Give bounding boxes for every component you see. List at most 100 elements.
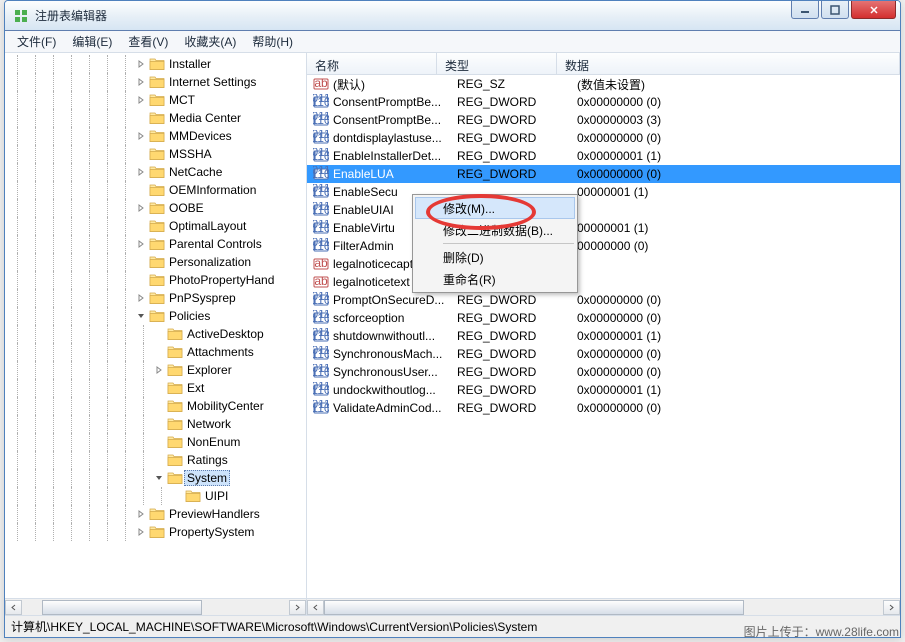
tree-node[interactable]: Installer [5,55,306,73]
close-button[interactable] [851,1,896,19]
registry-value-row[interactable]: 011110EnableLUAREG_DWORD0x00000000 (0) [307,165,900,183]
registry-value-row[interactable]: 011110ConsentPromptBe...REG_DWORD0x00000… [307,93,900,111]
scrollbar-track[interactable] [324,600,883,615]
registry-value-row[interactable]: 011110undockwithoutlog...REG_DWORD0x0000… [307,381,900,399]
expand-icon[interactable] [153,328,165,340]
context-modify-binary[interactable]: 修改二进制数据(B)... [415,219,575,241]
context-rename[interactable]: 重命名(R) [415,268,575,290]
tree-scroll[interactable]: InstallerInternet SettingsMCTMedia Cente… [5,53,306,598]
expand-icon[interactable] [135,508,147,520]
expand-icon[interactable] [153,346,165,358]
tree-node[interactable]: UIPI [5,487,306,505]
scrollbar-left-button[interactable] [307,600,324,615]
expand-icon[interactable] [135,166,147,178]
tree-node[interactable]: PhotoPropertyHand [5,271,306,289]
list-body[interactable]: ab(默认)REG_SZ(数值未设置)011110ConsentPromptBe… [307,75,900,598]
scrollbar-track[interactable] [22,600,289,615]
registry-value-row[interactable]: 011110SynchronousUser...REG_DWORD0x00000… [307,363,900,381]
expand-icon[interactable] [135,148,147,160]
registry-value-row[interactable]: 011110ValidateAdminCod...REG_DWORD0x0000… [307,399,900,417]
registry-value-row[interactable]: 011110EnableUIAI [307,201,900,219]
minimize-button[interactable] [791,1,819,19]
context-modify[interactable]: 修改(M)... [415,197,575,219]
registry-value-row[interactable]: 011110PromptOnSecureD...REG_DWORD0x00000… [307,291,900,309]
tree-node[interactable]: Attachments [5,343,306,361]
registry-value-row[interactable]: 011110EnableSecu00000001 (1) [307,183,900,201]
registry-value-row[interactable]: 011110EnableInstallerDet...REG_DWORD0x00… [307,147,900,165]
expand-icon[interactable] [153,382,165,394]
tree-node[interactable]: Ratings [5,451,306,469]
scrollbar-right-button[interactable] [289,600,306,615]
registry-value-row[interactable]: ablegalnoticecaptionREG_SZ [307,255,900,273]
tree-node[interactable]: PropertySystem [5,523,306,541]
tree-node[interactable]: Media Center [5,109,306,127]
maximize-button[interactable] [821,1,849,19]
tree-node[interactable]: MMDevices [5,127,306,145]
expand-icon[interactable] [153,364,165,376]
scrollbar-thumb[interactable] [42,600,202,615]
menu-view[interactable]: 查看(V) [120,30,176,53]
registry-value-row[interactable]: 011110ConsentPromptBe...REG_DWORD0x00000… [307,111,900,129]
tree-node[interactable]: Policies [5,307,306,325]
expand-icon[interactable] [135,130,147,142]
registry-value-row[interactable]: ablegalnoticetextREG_SZ [307,273,900,291]
tree-node[interactable]: MSSHA [5,145,306,163]
menu-help[interactable]: 帮助(H) [244,30,301,53]
expand-icon[interactable] [135,76,147,88]
tree-node[interactable]: Personalization [5,253,306,271]
registry-value-row[interactable]: ab(默认)REG_SZ(数值未设置) [307,75,900,93]
col-header-type[interactable]: 类型 [437,53,557,74]
tree-node[interactable]: OOBE [5,199,306,217]
registry-value-row[interactable]: 011110shutdownwithoutl...REG_DWORD0x0000… [307,327,900,345]
col-header-name[interactable]: 名称 [307,53,437,74]
tree-node[interactable]: ActiveDesktop [5,325,306,343]
menu-edit[interactable]: 编辑(E) [64,30,120,53]
expand-icon[interactable] [135,238,147,250]
context-delete[interactable]: 删除(D) [415,246,575,268]
tree-node[interactable]: PnPSysprep [5,289,306,307]
expand-icon[interactable] [135,220,147,232]
tree-node[interactable]: Internet Settings [5,73,306,91]
registry-value-row[interactable]: 011110EnableVirtu00000001 (1) [307,219,900,237]
tree-node[interactable]: OEMInformation [5,181,306,199]
expand-icon[interactable] [135,94,147,106]
registry-value-row[interactable]: 011110SynchronousMach...REG_DWORD0x00000… [307,345,900,363]
registry-value-row[interactable]: 011110FilterAdmin00000000 (0) [307,237,900,255]
tree-node[interactable]: NetCache [5,163,306,181]
expand-icon[interactable] [135,58,147,70]
tree-node[interactable]: Parental Controls [5,235,306,253]
expand-icon[interactable] [135,256,147,268]
registry-value-row[interactable]: 011110dontdisplaylastuse...REG_DWORD0x00… [307,129,900,147]
registry-value-row[interactable]: 011110scforceoptionREG_DWORD0x00000000 (… [307,309,900,327]
tree-node[interactable]: MCT [5,91,306,109]
tree-scrollbar-horizontal[interactable] [5,598,306,615]
expand-icon[interactable] [153,454,165,466]
expand-icon[interactable] [171,490,183,502]
expand-icon[interactable] [135,184,147,196]
expand-icon[interactable] [153,418,165,430]
expand-icon[interactable] [135,202,147,214]
col-header-data[interactable]: 数据 [557,53,900,74]
collapse-icon[interactable] [153,472,165,484]
expand-icon[interactable] [153,436,165,448]
tree-node[interactable]: Explorer [5,361,306,379]
expand-icon[interactable] [135,526,147,538]
tree-node[interactable]: NonEnum [5,433,306,451]
tree-node[interactable]: Ext [5,379,306,397]
expand-icon[interactable] [135,292,147,304]
expand-icon[interactable] [153,400,165,412]
tree-node[interactable]: OptimalLayout [5,217,306,235]
menu-favorites[interactable]: 收藏夹(A) [176,30,244,53]
titlebar[interactable]: 注册表编辑器 [5,1,900,31]
tree-node[interactable]: Network [5,415,306,433]
tree-node[interactable]: PreviewHandlers [5,505,306,523]
scrollbar-right-button[interactable] [883,600,900,615]
tree-node[interactable]: System [5,469,306,487]
tree-node[interactable]: MobilityCenter [5,397,306,415]
scrollbar-thumb[interactable] [324,600,744,615]
menu-file[interactable]: 文件(F) [9,30,64,53]
expand-icon[interactable] [135,112,147,124]
scrollbar-left-button[interactable] [5,600,22,615]
expand-icon[interactable] [135,274,147,286]
collapse-icon[interactable] [135,310,147,322]
